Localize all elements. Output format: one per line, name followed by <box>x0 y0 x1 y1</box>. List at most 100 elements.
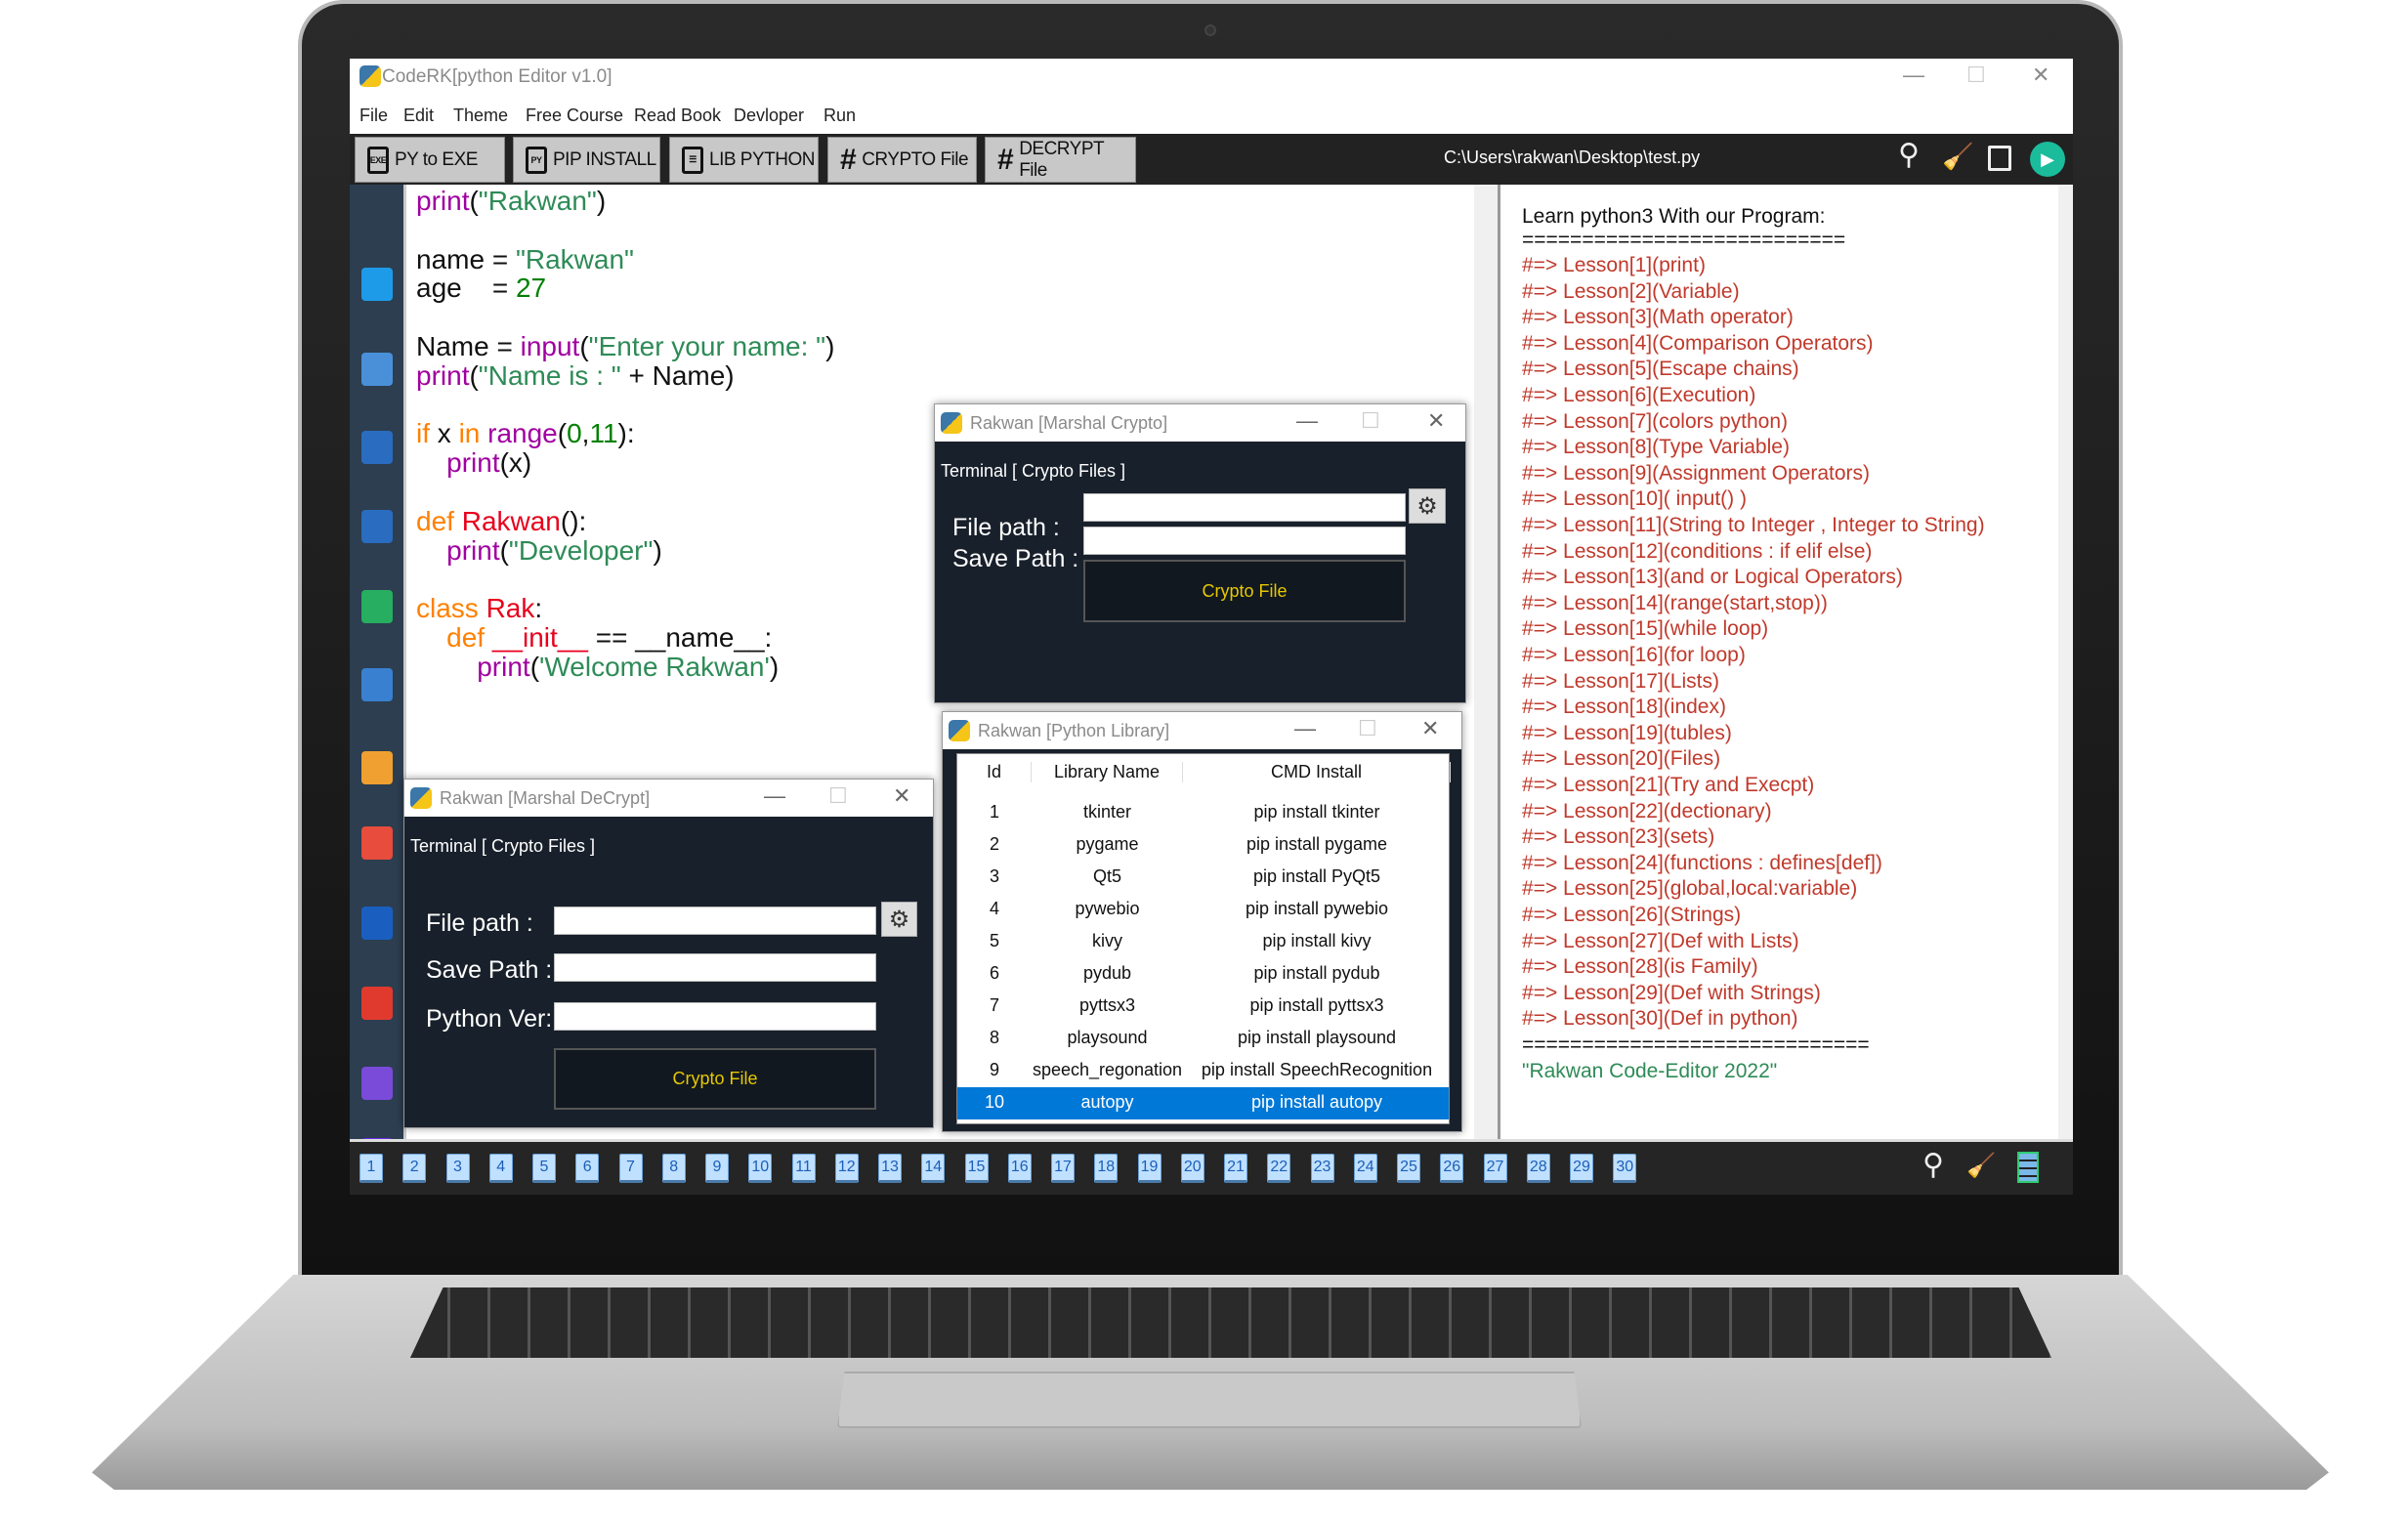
table-row[interactable]: 6 pydub pip install pydub <box>957 958 1449 991</box>
lesson-tab-1[interactable]: 1 <box>359 1154 383 1183</box>
save-path-input[interactable] <box>554 953 876 982</box>
lesson-link[interactable]: #=> Lesson[12](conditions : if elif else… <box>1522 539 1872 566</box>
lesson-tab-4[interactable]: 4 <box>488 1154 513 1183</box>
lesson-link[interactable]: #=> Lesson[8](Type Variable) <box>1522 435 1790 461</box>
table-row[interactable]: 10 autopy pip install autopy <box>957 1087 1449 1119</box>
lesson-tab-24[interactable]: 24 <box>1353 1154 1377 1183</box>
minimize-button[interactable]: — <box>1903 63 1924 88</box>
menu-theme[interactable]: Theme <box>453 105 508 126</box>
lesson-link[interactable]: #=> Lesson[3](Math operator) <box>1522 305 1794 331</box>
lesson-link[interactable]: #=> Lesson[7](colors python) <box>1522 409 1788 436</box>
toolbar-button-lib-python[interactable]: ☰ LIB PYTHON <box>669 137 819 183</box>
menu-devloper[interactable]: Devloper <box>734 105 804 126</box>
lesson-tab-11[interactable]: 11 <box>791 1154 816 1183</box>
save-path-input[interactable] <box>1083 527 1406 555</box>
lessons-scrollbar[interactable] <box>2058 185 2073 1139</box>
menu-read-book[interactable]: Read Book <box>634 105 721 126</box>
search-icon[interactable]: ⚲ <box>1922 1148 1944 1182</box>
lesson-link[interactable]: #=> Lesson[4](Comparison Operators) <box>1522 331 1874 358</box>
run-icon[interactable]: ▶ <box>2030 142 2065 177</box>
minimize-button[interactable]: — <box>764 783 785 809</box>
lesson-link[interactable]: #=> Lesson[18](index) <box>1522 695 1726 721</box>
lesson-link[interactable]: #=> Lesson[30](Def in python) <box>1522 1006 1798 1033</box>
toolbar-button-decrypt-file[interactable]: # DECRYPT File <box>985 137 1136 183</box>
lesson-tab-7[interactable]: 7 <box>618 1154 643 1183</box>
lesson-tab-18[interactable]: 18 <box>1094 1154 1119 1183</box>
lesson-link[interactable]: #=> Lesson[20](Files) <box>1522 746 1720 773</box>
lesson-tab-25[interactable]: 25 <box>1397 1154 1420 1183</box>
menu-free-course[interactable]: Free Course <box>526 105 623 126</box>
broom-icon[interactable]: 🧹 <box>1942 142 1973 172</box>
lesson-link[interactable]: #=> Lesson[25](global,local:variable) <box>1522 876 1857 903</box>
lesson-tab-20[interactable]: 20 <box>1180 1154 1204 1183</box>
user-icon[interactable] <box>361 751 393 784</box>
close-button[interactable]: ✕ <box>2032 63 2049 88</box>
menu-file[interactable]: File <box>359 105 388 126</box>
close-list-icon[interactable] <box>361 668 393 701</box>
lesson-tab-22[interactable]: 22 <box>1267 1154 1291 1183</box>
toolbar-button-py-to-exe[interactable]: EXE PY to EXE <box>355 137 505 183</box>
file-path-input[interactable] <box>554 907 876 935</box>
toolbar-button-crypto-file[interactable]: # CRYPTO File <box>827 137 977 183</box>
browse-gear-button[interactable]: ⚙ <box>1409 488 1446 524</box>
table-row[interactable]: 2 pygame pip install pygame <box>957 829 1449 862</box>
lesson-link[interactable]: #=> Lesson[1](print) <box>1522 253 1706 279</box>
lesson-tab-13[interactable]: 13 <box>878 1154 902 1183</box>
save-icon[interactable] <box>1988 146 2011 171</box>
lesson-link[interactable]: #=> Lesson[26](Strings) <box>1522 903 1741 929</box>
broom-icon[interactable]: 🧹 <box>1966 1152 1996 1180</box>
table-row[interactable]: 5 kivy pip install kivy <box>957 926 1449 958</box>
lesson-tab-16[interactable]: 16 <box>1007 1154 1032 1183</box>
lesson-link[interactable]: #=> Lesson[24](functions : defines[def]) <box>1522 851 1882 877</box>
browse-gear-button[interactable]: ⚙ <box>881 902 917 937</box>
open-folder-icon[interactable] <box>361 353 393 386</box>
lesson-tab-15[interactable]: 15 <box>964 1154 989 1183</box>
browser-icon[interactable] <box>361 1067 393 1100</box>
lesson-link[interactable]: #=> Lesson[28](is Family) <box>1522 954 1758 981</box>
lesson-tab-28[interactable]: 28 <box>1526 1154 1550 1183</box>
crypto-file-button[interactable]: Crypto File <box>1083 560 1406 622</box>
lesson-tab-23[interactable]: 23 <box>1310 1154 1334 1183</box>
close-button[interactable]: ✕ <box>1427 408 1445 434</box>
lesson-link[interactable]: #=> Lesson[19](tubles) <box>1522 721 1732 747</box>
lesson-link[interactable]: #=> Lesson[27](Def with Lists) <box>1522 929 1799 955</box>
maximize-button[interactable]: ☐ <box>1361 408 1380 434</box>
lesson-link[interactable]: #=> Lesson[10]( input() ) <box>1522 486 1747 513</box>
table-icon[interactable] <box>2017 1152 2039 1183</box>
minimize-button[interactable]: — <box>1296 408 1318 434</box>
lesson-tab-3[interactable]: 3 <box>445 1154 470 1183</box>
menu-edit[interactable]: Edit <box>403 105 434 126</box>
lesson-tab-9[interactable]: 9 <box>705 1154 729 1183</box>
lesson-link[interactable]: #=> Lesson[22](dectionary) <box>1522 799 1772 825</box>
lesson-link[interactable]: #=> Lesson[13](and or Logical Operators) <box>1522 565 1903 591</box>
lesson-link[interactable]: #=> Lesson[5](Escape chains) <box>1522 357 1799 383</box>
table-row[interactable]: 3 Qt5 pip install PyQt5 <box>957 862 1449 894</box>
lesson-link[interactable]: #=> Lesson[14](range(start,stop)) <box>1522 591 1828 617</box>
table-row[interactable]: 1 tkinter pip install tkinter <box>957 797 1449 829</box>
lesson-tab-14[interactable]: 14 <box>921 1154 946 1183</box>
lesson-tab-17[interactable]: 17 <box>1051 1154 1075 1183</box>
maximize-button[interactable]: ☐ <box>1966 63 1986 88</box>
table-row[interactable]: 7 pyttsx3 pip install pyttsx3 <box>957 991 1449 1023</box>
lesson-tab-29[interactable]: 29 <box>1570 1154 1593 1183</box>
maximize-button[interactable]: ☐ <box>828 783 848 809</box>
lesson-link[interactable]: #=> Lesson[29](Def with Strings) <box>1522 981 1821 1007</box>
crypto-file-button[interactable]: Crypto File <box>554 1048 876 1110</box>
table-row[interactable]: 8 playsound pip install playsound <box>957 1023 1449 1055</box>
column-header[interactable]: CMD Install <box>1183 762 1451 782</box>
python-version-input[interactable] <box>554 1002 876 1031</box>
table-row[interactable]: 4 pywebio pip install pywebio <box>957 894 1449 926</box>
menu-run[interactable]: Run <box>824 105 856 126</box>
table-row[interactable]: 9 speech_regonation pip install SpeechReco… <box>957 1055 1449 1087</box>
lesson-link[interactable]: #=> Lesson[23](sets) <box>1522 824 1714 851</box>
minimize-button[interactable]: — <box>1294 716 1316 741</box>
lesson-link[interactable]: #=> Lesson[16](for loop) <box>1522 643 1746 669</box>
lesson-tab-6[interactable]: 6 <box>575 1154 600 1183</box>
search-icon[interactable]: ⚲ <box>1898 138 1920 172</box>
column-header[interactable]: Id <box>957 762 1032 782</box>
lesson-tab-2[interactable]: 2 <box>402 1154 427 1183</box>
maximize-button[interactable]: ☐ <box>1358 716 1377 741</box>
lesson-tab-26[interactable]: 26 <box>1440 1154 1464 1183</box>
download-icon-2[interactable] <box>361 510 393 543</box>
table-icon[interactable] <box>361 590 393 623</box>
